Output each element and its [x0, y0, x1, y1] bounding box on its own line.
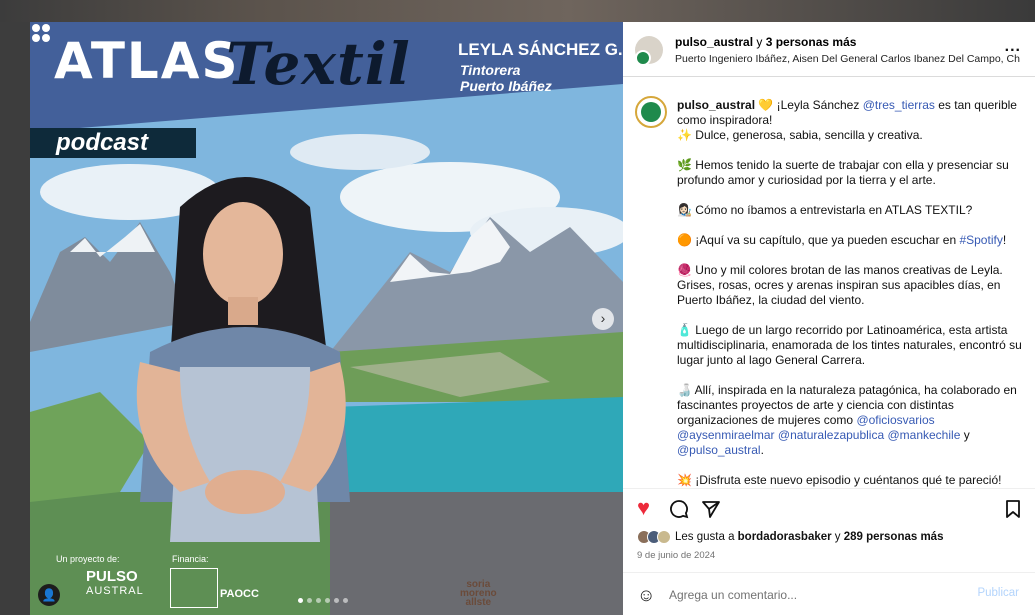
comment-icon[interactable]	[669, 499, 689, 519]
like-icon[interactable]: ♥	[637, 497, 650, 519]
mention-aysenmiraelmar[interactable]: @aysenmiraelmar	[677, 428, 775, 442]
carousel-dot	[316, 598, 321, 603]
likes-count[interactable]: 289 personas más	[844, 531, 944, 543]
background-photo-strip	[0, 0, 1035, 22]
image-title-atlas: ATLAS	[54, 32, 240, 90]
post-detail-panel: pulso_austral y 3 personas más Puerto In…	[623, 22, 1035, 615]
carousel-dot	[343, 598, 348, 603]
caption-paragraph-8: 💥 ¡Disfruta este nuevo episodio y cuénta…	[677, 473, 1002, 487]
post-date[interactable]: 9 de junio de 2024	[637, 550, 715, 561]
mention-pulso-austral[interactable]: @pulso_austral	[677, 443, 761, 457]
caption-paragraph-3: 👩🏻‍🎨 Cómo no íbamos a entrevistarla en A…	[677, 203, 973, 217]
tagged-people-icon[interactable]: 👤	[38, 584, 60, 606]
more-options-icon[interactable]: ...	[1005, 38, 1021, 56]
caption-p7-pre: 🍶 Allí, inspirada en la naturaleza patag…	[677, 383, 1017, 427]
header-location[interactable]: Puerto Ingeniero Ibáñez, Aisen Del Gener…	[675, 53, 1020, 65]
save-icon[interactable]	[1005, 499, 1021, 519]
comment-input[interactable]	[669, 585, 959, 605]
caption-avatar[interactable]	[635, 96, 667, 128]
header-username[interactable]: pulso_austral	[675, 35, 753, 49]
header-others[interactable]: 3 personas más	[766, 35, 857, 49]
pulso-logo: PULSO AUSTRAL	[86, 568, 144, 598]
image-role-line1: Tintorera	[460, 62, 521, 78]
caption-mention[interactable]: @tres_tierras	[863, 98, 935, 112]
image-role: Tintorera Puerto Ibáñez	[460, 62, 552, 94]
likes-pre: Les gusta a	[675, 531, 738, 544]
image-role-line2: Puerto Ibáñez	[460, 78, 552, 94]
mention-oficiosvarios[interactable]: @oficiosvarios	[856, 413, 934, 427]
share-icon[interactable]	[701, 499, 721, 519]
caption-p7-and: y	[960, 428, 970, 442]
mention-naturalezapublica[interactable]: @naturalezapublica	[778, 428, 884, 442]
carousel-dot	[334, 598, 339, 603]
post-header: pulso_austral y 3 personas más Puerto In…	[623, 22, 1035, 77]
caption: pulso_austral 💛 ¡Leyla Sánchez @tres_tie…	[623, 78, 1035, 488]
emoji-icon[interactable]: ☺	[637, 585, 655, 606]
caption-p7-end: .	[760, 443, 764, 457]
post-comment-button[interactable]: Publicar	[977, 587, 1019, 599]
carousel-dot	[307, 598, 312, 603]
carousel-next-button[interactable]: ›	[592, 308, 614, 330]
caption-line-2: ✨ Dulce, generosa, sabia, sencilla y cre…	[677, 128, 923, 142]
liker-avatars[interactable]	[637, 530, 675, 544]
funder-logo	[170, 568, 218, 608]
caption-intro-pre: 💛 ¡Leyla Sánchez	[755, 98, 863, 112]
background-photo-left	[0, 22, 30, 615]
financia-label: Financia:	[172, 554, 209, 564]
mention-mankechile[interactable]: @mankechile	[887, 428, 960, 442]
caption-paragraph-6: 🧴 Luego de un largo recorrido por Latino…	[677, 323, 1022, 367]
carousel-dots	[298, 598, 348, 603]
likes-mid: y	[831, 531, 844, 544]
header-connector: y	[753, 35, 766, 49]
funder-name: PAOCC	[220, 588, 259, 600]
pulso-logo-name: PULSO	[86, 568, 138, 585]
header-users: pulso_austral y 3 personas más	[675, 35, 856, 49]
caption-p4-post: !	[1002, 233, 1007, 247]
caption-p4-pre: 🟠 ¡Aquí va su capítulo, que ya pueden es…	[677, 233, 960, 247]
caption-username[interactable]: pulso_austral	[677, 98, 755, 112]
comment-box: ☺ Publicar	[623, 572, 1035, 615]
caption-paragraph-5: 🧶 Uno y mil colores brotan de las manos …	[677, 263, 1003, 307]
podcast-tag: podcast	[30, 128, 196, 158]
hashtag-spotify[interactable]: #Spotify	[959, 233, 1002, 247]
project-label: Un proyecto de:	[56, 554, 120, 564]
carousel-dot	[298, 598, 303, 603]
image-title-textil: Textil	[226, 30, 411, 98]
pulso-logo-sub: AUSTRAL	[86, 585, 144, 597]
caption-paragraph-2: 🌿 Hemos tenido la suerte de trabajar con…	[677, 158, 1009, 187]
artist-signature: soria moreno allste	[460, 579, 497, 608]
pulso-logo-icon	[32, 24, 50, 42]
caption-text: pulso_austral 💛 ¡Leyla Sánchez @tres_tie…	[677, 98, 1027, 488]
likes-user[interactable]: bordadorasbaker	[738, 531, 832, 543]
image-author: LEYLA SÁNCHEZ G.	[458, 40, 623, 59]
likes-summary: Les gusta a bordadorasbaker y 289 person…	[637, 530, 943, 544]
post-image[interactable]: ATLAS Textil LEYLA SÁNCHEZ G. Tintorera …	[30, 22, 623, 615]
action-bar: ♥	[623, 488, 1035, 528]
carousel-dot	[325, 598, 330, 603]
collab-avatar[interactable]	[635, 50, 651, 66]
illustration	[30, 22, 623, 615]
